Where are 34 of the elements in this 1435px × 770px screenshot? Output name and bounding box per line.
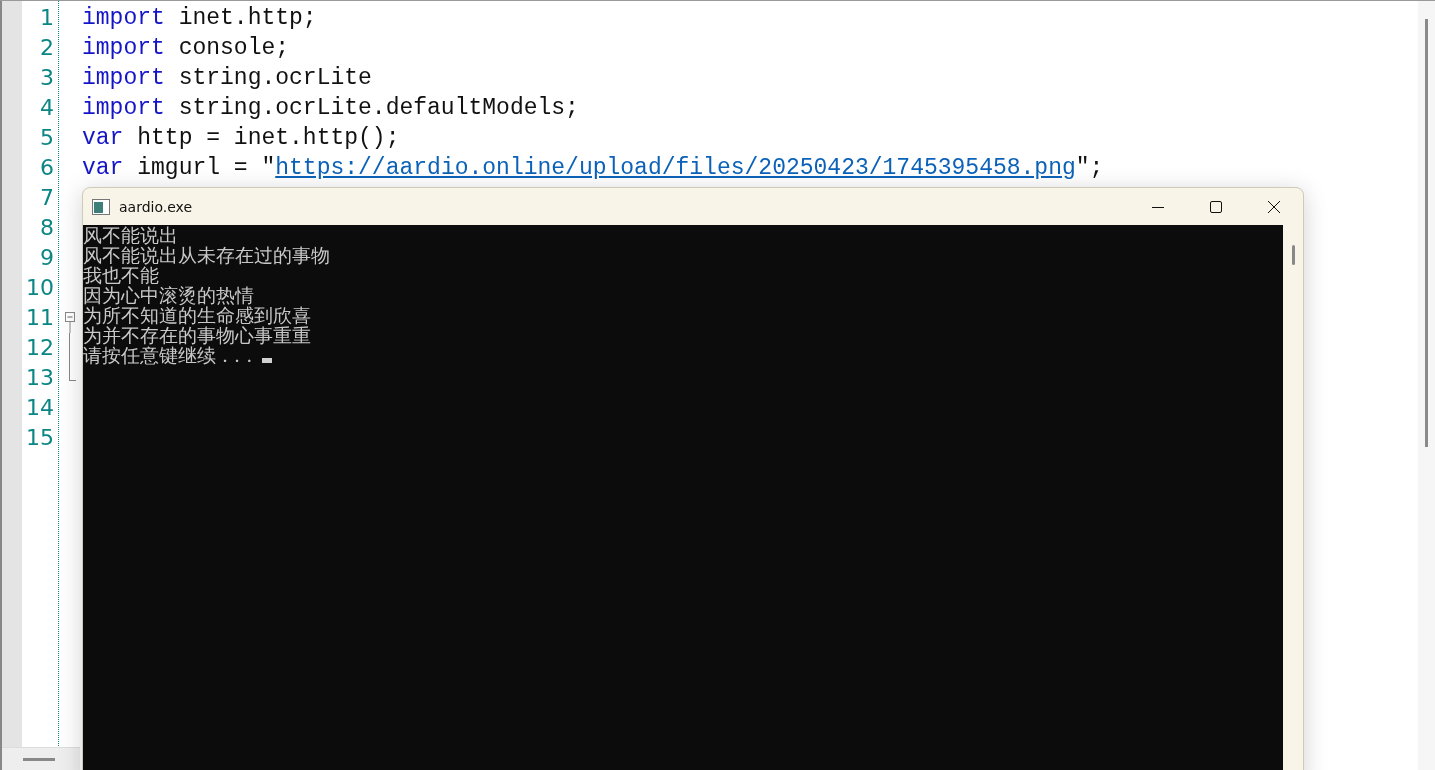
console-line: 风不能说出 xyxy=(83,225,178,245)
line-number: 8 xyxy=(40,215,55,241)
scroll-thumb[interactable] xyxy=(23,758,55,761)
code-line: import inet.http; xyxy=(82,4,317,32)
window-title: aardio.exe xyxy=(119,198,193,215)
line-number: 2 xyxy=(40,35,55,61)
scroll-thumb[interactable] xyxy=(1292,245,1295,265)
url-link[interactable]: https://aardio.online/upload/files/20250423/1745395458.png xyxy=(275,155,1076,181)
line-number: 12 xyxy=(26,335,55,361)
line-number: 6 xyxy=(40,155,55,181)
line-number: 5 xyxy=(40,125,55,151)
line-number: 14 xyxy=(26,395,55,421)
console-icon xyxy=(92,198,110,215)
line-number: 1 xyxy=(40,5,55,31)
console-line: 我也不能 xyxy=(83,265,159,285)
line-number: 13 xyxy=(26,365,55,391)
line-number: 4 xyxy=(40,95,55,121)
code-line: import string.ocrLite.defaultModels; xyxy=(82,94,579,122)
line-number: 10 xyxy=(26,275,55,301)
scrollbar[interactable] xyxy=(1418,1,1435,770)
console-line: 因为心中滚烫的热情 xyxy=(83,285,254,305)
code-line: var imgurl = "https://aardio.online/upload/files/20250423/1745395458.png"; xyxy=(82,154,1104,182)
console-line: 为所不知道的生命感到欣喜 xyxy=(83,305,311,325)
line-number: 9 xyxy=(40,245,55,271)
code-line: import string.ocrLite xyxy=(82,64,372,92)
line-number: 3 xyxy=(40,65,55,91)
line-number: 11 xyxy=(26,305,55,331)
line-number: 15 xyxy=(26,425,55,451)
console-line: 为并不存在的事物心事重重 xyxy=(83,325,311,345)
console-line: 请按任意键继续 . . . xyxy=(83,345,253,365)
code-line: var http = inet.http(); xyxy=(82,124,400,152)
line-number: 7 xyxy=(40,185,55,211)
code-line: import console; xyxy=(82,34,290,62)
console-line: 风不能说出从未存在过的事物 xyxy=(83,245,330,265)
